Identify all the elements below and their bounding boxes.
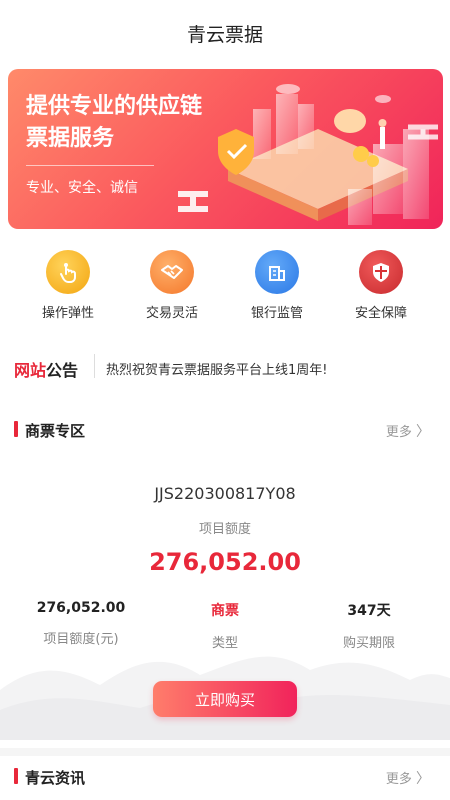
section-accent-bar <box>14 768 18 784</box>
buy-now-button[interactable]: 立即购买 <box>153 681 297 717</box>
stat-label: 项目额度(元) <box>43 632 119 647</box>
banner-divider <box>26 165 154 166</box>
section-gap <box>0 748 450 756</box>
feature-bank-supervision[interactable]: 银行监管 <box>232 250 322 321</box>
hand-tap-icon <box>46 250 90 294</box>
promo-banner[interactable]: 提供专业的供应链 票据服务 专业、安全、诚信 <box>8 69 443 229</box>
stat-label: 购买期限 <box>342 636 395 651</box>
feature-row: 操作弹性 交易灵活 银行监管 安全保障 <box>0 250 450 325</box>
more-label: 更多 <box>385 772 412 787</box>
stat-value: 347天 <box>347 603 391 619</box>
quota-value: 276,052.00 <box>149 548 301 576</box>
chevron-right-icon: 〉 <box>416 771 430 787</box>
chevron-right-icon: 〉 <box>416 424 430 440</box>
site-announcement[interactable]: 网站公告 热烈祝贺青云票据服务平台上线1周年! <box>0 345 450 385</box>
feature-security[interactable]: 安全保障 <box>336 250 426 321</box>
stat-term: 347天 购买期限 <box>294 600 444 651</box>
banner-subline: 专业、安全、诚信 <box>26 180 138 196</box>
announcement-text[interactable]: 热烈祝贺青云票据服务平台上线1周年! <box>106 359 327 378</box>
feature-flexible-trading[interactable]: 交易灵活 <box>127 250 217 321</box>
feature-label: 安全保障 <box>354 306 407 321</box>
stat-value: 商票 <box>211 603 239 619</box>
feature-label: 操作弹性 <box>41 306 94 321</box>
feature-label: 银行监管 <box>250 306 303 321</box>
announcement-tag-red: 网站 <box>14 361 47 380</box>
feature-label: 交易灵活 <box>145 306 198 321</box>
more-link[interactable]: 更多 〉 <box>386 421 430 441</box>
section-header-commercial: 商票专区 更多 〉 <box>0 418 450 442</box>
section-accent-bar <box>14 421 18 437</box>
announcement-tag-dark: 公告 <box>46 361 79 380</box>
shield-icon <box>359 250 403 294</box>
product-code: JJS220300817Y08 <box>154 484 296 503</box>
section-title: 商票专区 <box>25 422 86 440</box>
feature-flexible-operation[interactable]: 操作弹性 <box>23 250 113 321</box>
announcement-divider <box>94 354 95 378</box>
stat-label: 类型 <box>211 636 238 651</box>
section-header-news: 青云资讯 更多 〉 <box>0 765 450 789</box>
handshake-icon <box>150 250 194 294</box>
page-title: 青云票据 <box>186 24 263 46</box>
announcement-tag: 网站公告 <box>14 357 78 381</box>
bank-building-icon <box>255 250 299 294</box>
section-title: 青云资讯 <box>25 769 86 787</box>
stat-type: 商票 类型 <box>150 600 300 651</box>
stat-value: 276,052.00 <box>36 600 126 616</box>
quota-label: 项目额度 <box>198 522 251 537</box>
more-link[interactable]: 更多 〉 <box>386 768 430 788</box>
banner-illustration <box>178 84 438 225</box>
more-label: 更多 <box>385 425 412 440</box>
stat-amount: 276,052.00 项目额度(元) <box>6 600 156 647</box>
top-bar: 青云票据 <box>0 0 450 62</box>
product-card[interactable]: JJS220300817Y08 项目额度 276,052.00 276,052.… <box>0 470 450 740</box>
